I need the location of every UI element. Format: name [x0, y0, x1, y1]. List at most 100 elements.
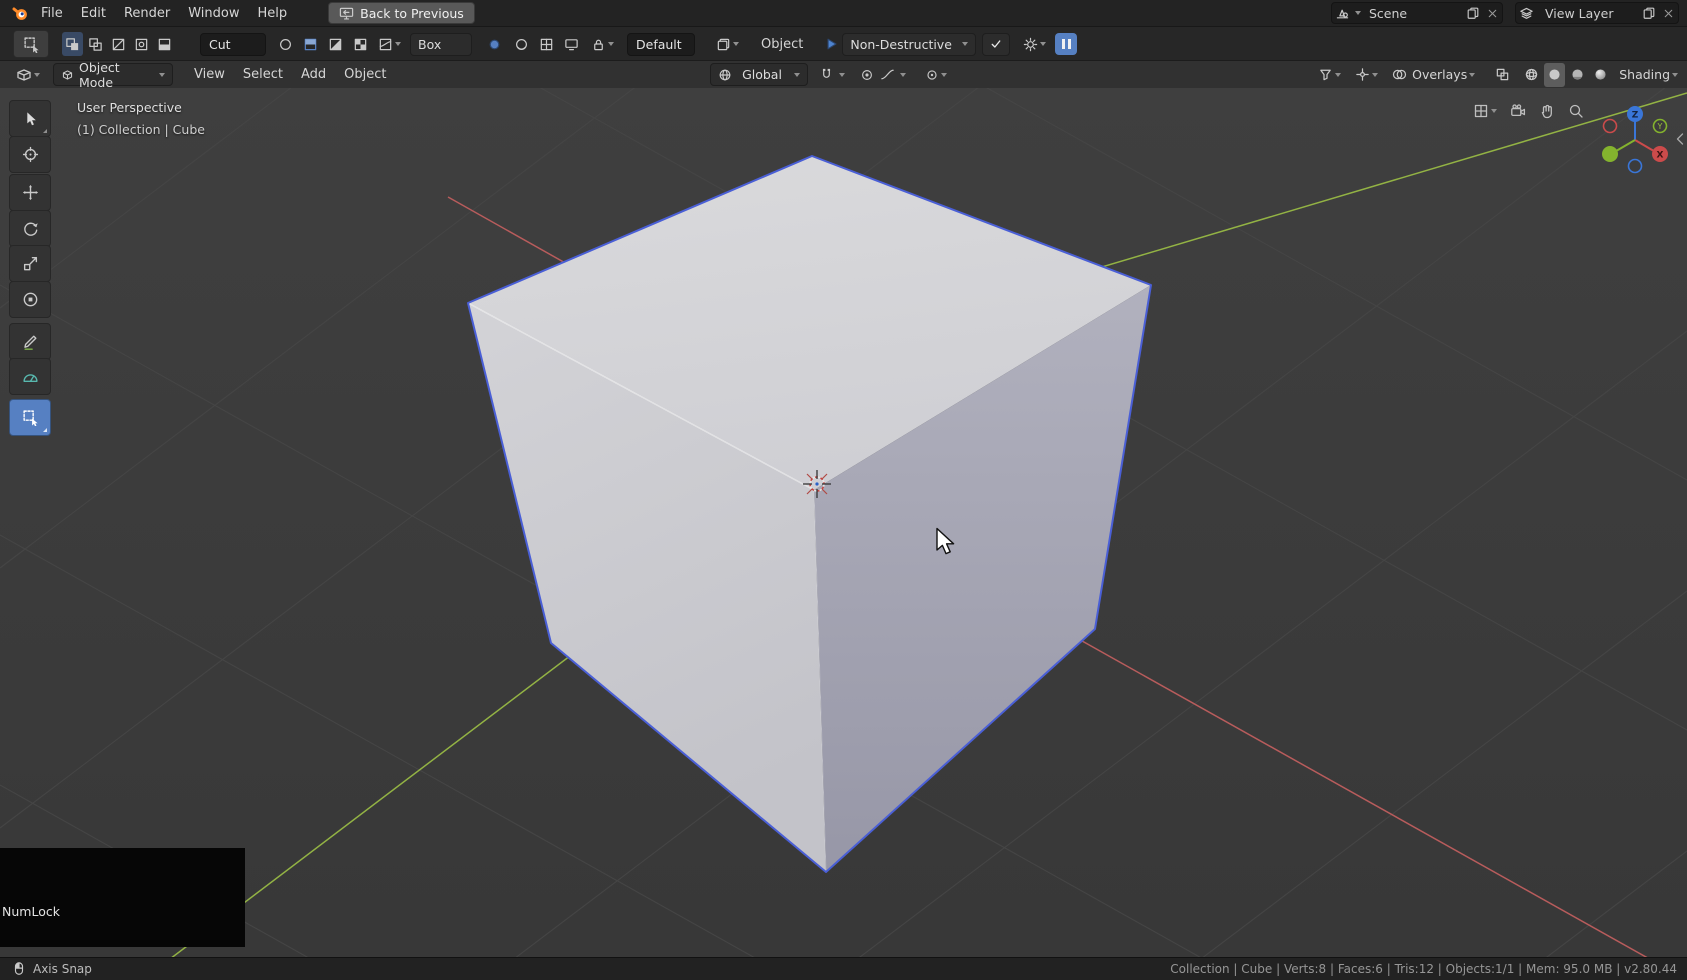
cut-field[interactable]: Cut: [200, 33, 266, 56]
overlays-dropdown[interactable]: Overlays: [1389, 63, 1478, 87]
preset-field[interactable]: Default: [627, 33, 695, 56]
overlays-label: Overlays: [1412, 67, 1467, 82]
settings-gear-dropdown[interactable]: [1020, 32, 1049, 56]
circle-select-icon[interactable]: [275, 32, 296, 56]
gizmo-y-label: Y: [1657, 122, 1663, 131]
shading-solid-button[interactable]: [1544, 63, 1565, 87]
tool-scale[interactable]: [9, 245, 51, 282]
show-gizmo-dropdown[interactable]: [1352, 63, 1381, 87]
navigation-gizmo[interactable]: Z X Y: [1598, 103, 1672, 177]
lock-dropdown[interactable]: [588, 32, 617, 56]
active-tool-icon-button[interactable]: [13, 30, 49, 58]
pause-button[interactable]: [1055, 33, 1077, 55]
scene-name[interactable]: Scene: [1361, 6, 1463, 21]
shading-wireframe-button[interactable]: [1521, 63, 1542, 87]
texture-display-icon[interactable]: [536, 32, 557, 56]
cursor-3d[interactable]: [803, 470, 831, 498]
shading-material-button[interactable]: [1567, 63, 1588, 87]
pause-bar-icon: [1068, 39, 1071, 49]
xray-toggle[interactable]: [1492, 63, 1513, 87]
view-layer-icon: [1516, 1, 1537, 25]
shading-arrow-icon[interactable]: [1672, 73, 1678, 77]
menu-edit[interactable]: Edit: [72, 6, 115, 21]
proportional-arrow-icon[interactable]: [900, 73, 906, 77]
blender-logo-icon[interactable]: [8, 1, 32, 25]
snap-settings-arrow-icon[interactable]: [839, 73, 845, 77]
origin-toggle-icon[interactable]: [484, 32, 505, 56]
editor-type-dropdown[interactable]: [13, 63, 43, 87]
new-view-layer-button[interactable]: [1639, 1, 1659, 25]
shading-label: Shading: [1619, 67, 1670, 82]
gradient-option-1-icon[interactable]: [300, 32, 321, 56]
sphere-display-icon[interactable]: [511, 32, 532, 56]
filter-dropdown[interactable]: [1315, 63, 1344, 87]
topbar: File Edit Render Window Help Back to Pre…: [0, 0, 1687, 26]
camera-view-button[interactable]: [1507, 99, 1529, 123]
pan-hand-button[interactable]: [1536, 99, 1558, 123]
zoom-magnifier-button[interactable]: [1565, 99, 1587, 123]
select-mode-toggle-5[interactable]: [154, 32, 175, 56]
statusbar-hint: Axis Snap: [0, 961, 92, 977]
context-breadcrumb: (1) Collection | Cube: [77, 119, 205, 141]
object-mode-arrow-icon: [159, 73, 165, 77]
gizmo-axis-x-negative[interactable]: [1604, 120, 1617, 133]
tool-annotate[interactable]: [9, 323, 51, 360]
apply-check-button[interactable]: [982, 33, 1010, 56]
remove-view-layer-button[interactable]: [1659, 1, 1678, 25]
screen-display-icon[interactable]: [561, 32, 582, 56]
gizmo-axis-y-positive[interactable]: [1602, 146, 1618, 162]
cube-object[interactable]: [468, 156, 1151, 872]
tool-cursor[interactable]: [9, 136, 51, 173]
scene-3d[interactable]: [0, 87, 1687, 957]
snap-magnet-toggle[interactable]: [816, 63, 837, 87]
scene-selector[interactable]: Scene: [1331, 2, 1503, 24]
gizmo-x-label: X: [1657, 150, 1664, 160]
viewport-canvas[interactable]: User Perspective (1) Collection | Cube: [0, 87, 1687, 957]
view-layer-name[interactable]: View Layer: [1537, 6, 1639, 21]
lock-dropdown-arrow-icon: [608, 42, 614, 46]
checker-option-icon[interactable]: [350, 32, 371, 56]
shading-rendered-button[interactable]: [1590, 63, 1611, 87]
select-mode-toggle-2[interactable]: [85, 32, 106, 56]
menu-window[interactable]: Window: [179, 6, 248, 21]
tool-active-select-box[interactable]: [9, 399, 51, 436]
gizmo-axis-z-negative[interactable]: [1629, 160, 1642, 173]
mouse-drag-icon: [12, 961, 26, 977]
object-mode-dropdown[interactable]: Object Mode: [53, 63, 173, 86]
select-mode-toggle-1[interactable]: [62, 32, 83, 56]
proportional-editing-toggle[interactable]: [857, 63, 877, 87]
menu-add[interactable]: Add: [292, 67, 335, 82]
gradient-option-2-icon[interactable]: [325, 32, 346, 56]
menu-object[interactable]: Object: [335, 67, 395, 82]
tool-rotate[interactable]: [9, 210, 51, 247]
proportional-falloff-icon[interactable]: [877, 63, 898, 87]
view-layer-selector[interactable]: View Layer: [1515, 2, 1679, 24]
select-shape-dropdown[interactable]: Box: [410, 33, 472, 56]
filter-arrow-icon: [1335, 73, 1341, 77]
menu-render[interactable]: Render: [115, 6, 179, 21]
mode-dropdown[interactable]: Non-Destructive: [842, 33, 976, 56]
select-mode-toggle-4[interactable]: [131, 32, 152, 56]
new-scene-button[interactable]: [1463, 1, 1483, 25]
statusbar-stats: Collection | Cube | Verts:8 | Faces:6 | …: [1170, 962, 1677, 976]
menu-help[interactable]: Help: [249, 6, 297, 21]
gizmo-arrow-icon: [1372, 73, 1378, 77]
tool-transform[interactable]: [9, 281, 51, 318]
select-mode-toggle-3[interactable]: [108, 32, 129, 56]
tool-select-box[interactable]: [9, 100, 51, 137]
menu-select[interactable]: Select: [234, 67, 292, 82]
menu-file[interactable]: File: [32, 6, 72, 21]
tool-move[interactable]: [9, 174, 51, 211]
unlink-scene-button[interactable]: [1483, 1, 1502, 25]
back-to-previous-button[interactable]: Back to Previous: [328, 2, 475, 24]
sidebar-toggle-icon[interactable]: [1674, 131, 1686, 147]
orthographic-toggle-dropdown[interactable]: [1470, 99, 1500, 123]
tool-measure[interactable]: [9, 358, 51, 395]
menu-view[interactable]: View: [185, 67, 234, 82]
layer-dropdown[interactable]: [713, 32, 742, 56]
transform-orientation-dropdown[interactable]: Global: [710, 63, 808, 86]
falloff-dropdown[interactable]: [375, 32, 404, 56]
back-to-previous-label: Back to Previous: [360, 6, 464, 21]
target-menu[interactable]: Object: [752, 37, 812, 52]
pivot-point-dropdown[interactable]: [922, 63, 950, 87]
